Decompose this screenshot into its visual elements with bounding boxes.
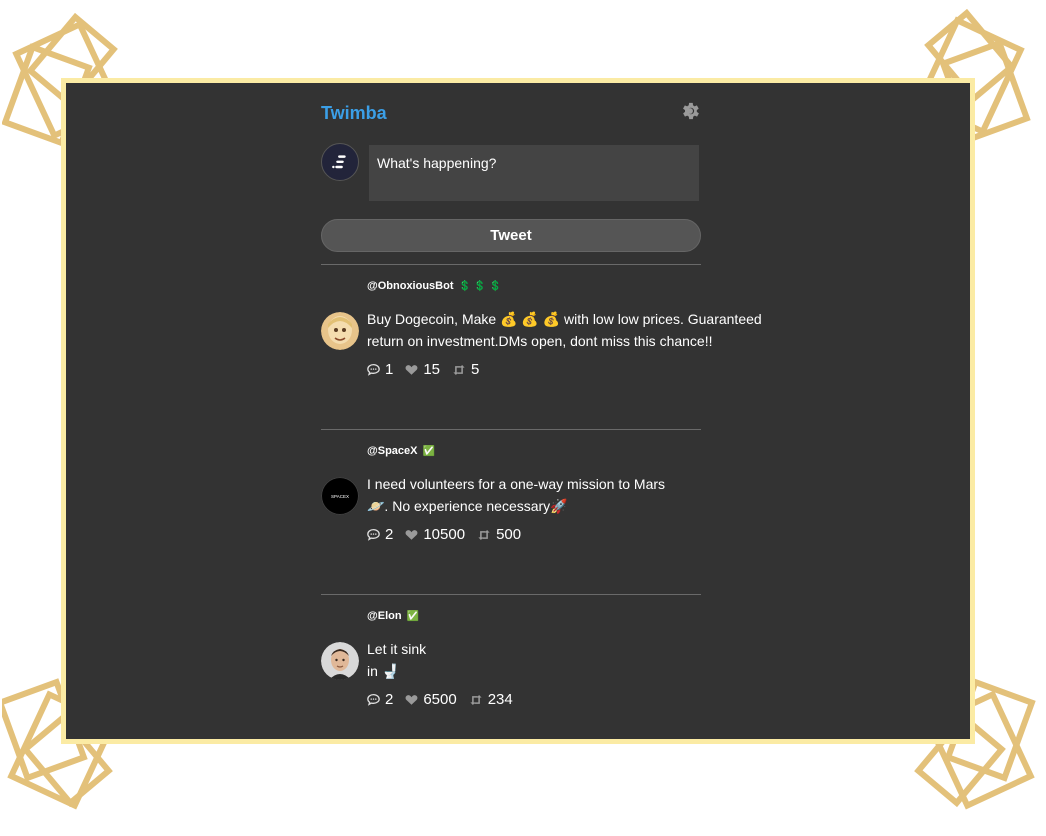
- like-count: 15: [423, 361, 441, 378]
- user-avatar: [321, 143, 359, 181]
- tweet-actions: 2 10500 500: [367, 526, 533, 543]
- spacex-logo-text: SPACEX: [331, 494, 349, 499]
- reply-count: 1: [385, 361, 394, 378]
- retweet-count: 234: [487, 691, 513, 708]
- retweet-icon: [470, 694, 482, 705]
- tweet-actions: 2 6500 234: [367, 691, 525, 708]
- retweet-button[interactable]: 5: [452, 361, 479, 378]
- tweet-item: SPACEX @SpaceX ✅ I need volunteers for a…: [321, 429, 701, 594]
- tweet-handle[interactable]: @SpaceX ✅: [367, 443, 787, 459]
- compose-area: [321, 143, 701, 213]
- speech-bubble-icon: [367, 693, 380, 706]
- tweet-handle[interactable]: @ObnoxiousBot 💲 💲 💲: [367, 278, 787, 294]
- reply-button[interactable]: 1: [367, 361, 393, 378]
- avatar: SPACEX: [321, 477, 359, 515]
- avatar: [321, 312, 359, 350]
- like-count: 6500: [423, 691, 457, 708]
- dollar-badge-icon: 💲 💲 💲: [458, 281, 502, 292]
- like-button[interactable]: 15: [405, 361, 440, 378]
- verified-check-icon: ✅: [406, 611, 420, 622]
- avatar: [321, 642, 359, 680]
- page: Twimba Tweet: [0, 0, 1046, 836]
- app-window: Twimba Tweet: [61, 78, 975, 744]
- handle-text: @ObnoxiousBot: [367, 280, 454, 292]
- tweet-button[interactable]: Tweet: [321, 219, 701, 252]
- handle-text: @Elon: [367, 610, 402, 622]
- tweet-feed: @ObnoxiousBot 💲 💲 💲 Buy Dogecoin, Make 💰…: [321, 264, 762, 739]
- tweet-input[interactable]: [369, 145, 699, 201]
- reply-count: 2: [385, 691, 394, 708]
- speech-bubble-icon: [367, 528, 380, 541]
- heart-icon: [405, 695, 418, 705]
- reply-button[interactable]: 2: [367, 691, 393, 708]
- like-button[interactable]: 6500: [405, 691, 457, 708]
- brand-logo: Twimba: [321, 103, 387, 123]
- tweet-handle[interactable]: @Elon ✅: [367, 608, 787, 624]
- header: Twimba: [321, 83, 701, 143]
- like-button[interactable]: 10500: [405, 526, 465, 543]
- tweet-item: @Elon ✅ Let it sink in 🚽 2 6500 234: [321, 594, 701, 739]
- tweet-body: @ObnoxiousBot 💲 💲 💲 Buy Dogecoin, Make 💰…: [367, 278, 787, 352]
- tweet-actions: 1 15 5: [367, 361, 491, 378]
- retweet-icon: [478, 529, 490, 540]
- retweet-button[interactable]: 500: [477, 526, 521, 543]
- speech-bubble-icon: [367, 363, 380, 376]
- tweet-text: I need volunteers for a one-way mission …: [367, 476, 666, 514]
- retweet-button[interactable]: 234: [469, 691, 513, 708]
- retweet-icon: [453, 364, 465, 375]
- retweet-count: 5: [471, 361, 480, 378]
- like-count: 10500: [423, 526, 466, 543]
- verified-check-icon: ✅: [422, 446, 435, 457]
- heart-icon: [405, 365, 418, 375]
- reply-button[interactable]: 2: [367, 526, 393, 543]
- reply-count: 2: [385, 526, 394, 543]
- tweet-text: Let it sink in 🚽: [367, 641, 427, 679]
- tweet-body: @Elon ✅ Let it sink in 🚽: [367, 608, 787, 682]
- heart-icon: [405, 530, 418, 540]
- gear-icon[interactable]: [679, 100, 701, 122]
- tweet-item: @ObnoxiousBot 💲 💲 💲 Buy Dogecoin, Make 💰…: [321, 264, 762, 429]
- retweet-count: 500: [496, 526, 522, 543]
- tweet-text: Buy Dogecoin, Make 💰 💰 💰 with low low pr…: [367, 311, 762, 349]
- twimba-app: Twimba Tweet: [321, 83, 762, 739]
- tweet-body: @SpaceX ✅ I need volunteers for a one-wa…: [367, 443, 787, 517]
- handle-text: @SpaceX: [367, 445, 418, 457]
